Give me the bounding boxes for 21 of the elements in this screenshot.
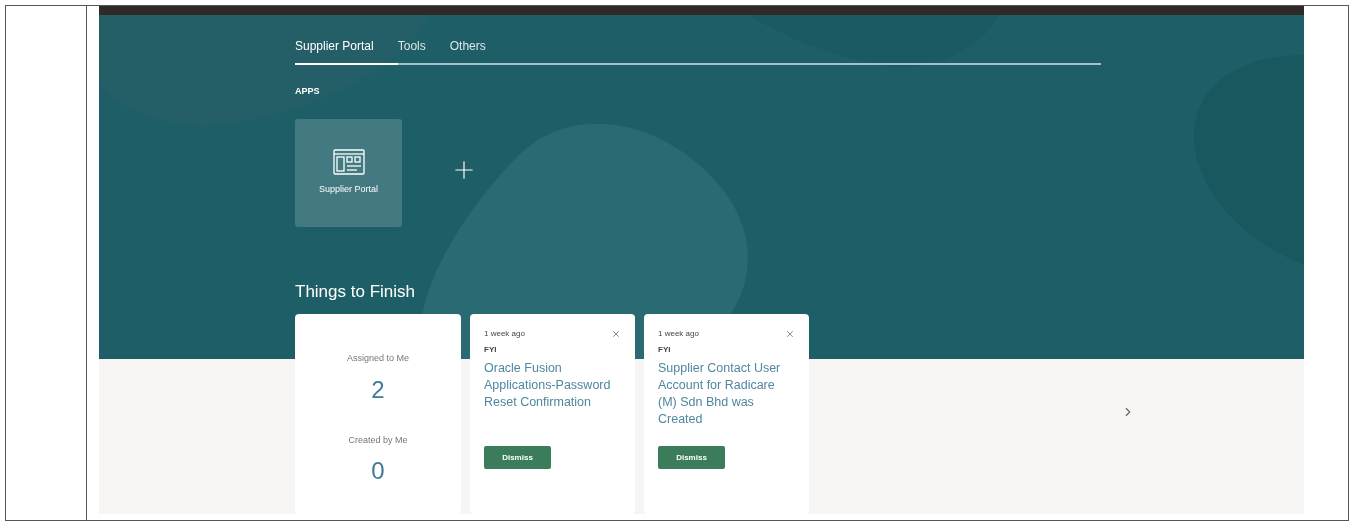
app-tile[interactable]: Supplier Portal: [295, 118, 402, 227]
section-title: Things to Finish: [295, 280, 416, 303]
tab[interactable]: Tools: [397, 37, 450, 65]
timestamp: 1 week ago: [484, 328, 525, 340]
stat-count[interactable]: 0: [371, 453, 385, 489]
notification-title[interactable]: Supplier Contact User Account for Radicare (M) Sdn Bhd was Created: [658, 360, 795, 446]
timestamp: 1 week ago: [658, 328, 699, 340]
notification-title[interactable]: Oracle Fusion Applications-Password Reset Confirmation: [484, 360, 621, 446]
app-window-icon: [332, 148, 365, 175]
dismiss-button[interactable]: Dismiss: [658, 446, 725, 469]
close-icon[interactable]: [785, 329, 795, 339]
section-heading: APPS: [295, 85, 321, 98]
tab[interactable]: Others: [449, 37, 510, 65]
close-icon[interactable]: [611, 329, 621, 339]
stat-label: Created by Me: [348, 433, 408, 447]
dismiss-button[interactable]: Dismiss: [484, 446, 551, 469]
category-label: FYI: [484, 344, 498, 356]
stat-count[interactable]: 2: [371, 371, 385, 408]
category-label: FYI: [658, 344, 672, 356]
stat-label: Assigned to Me: [346, 352, 409, 365]
tab[interactable]: Supplier Portal: [295, 37, 398, 65]
